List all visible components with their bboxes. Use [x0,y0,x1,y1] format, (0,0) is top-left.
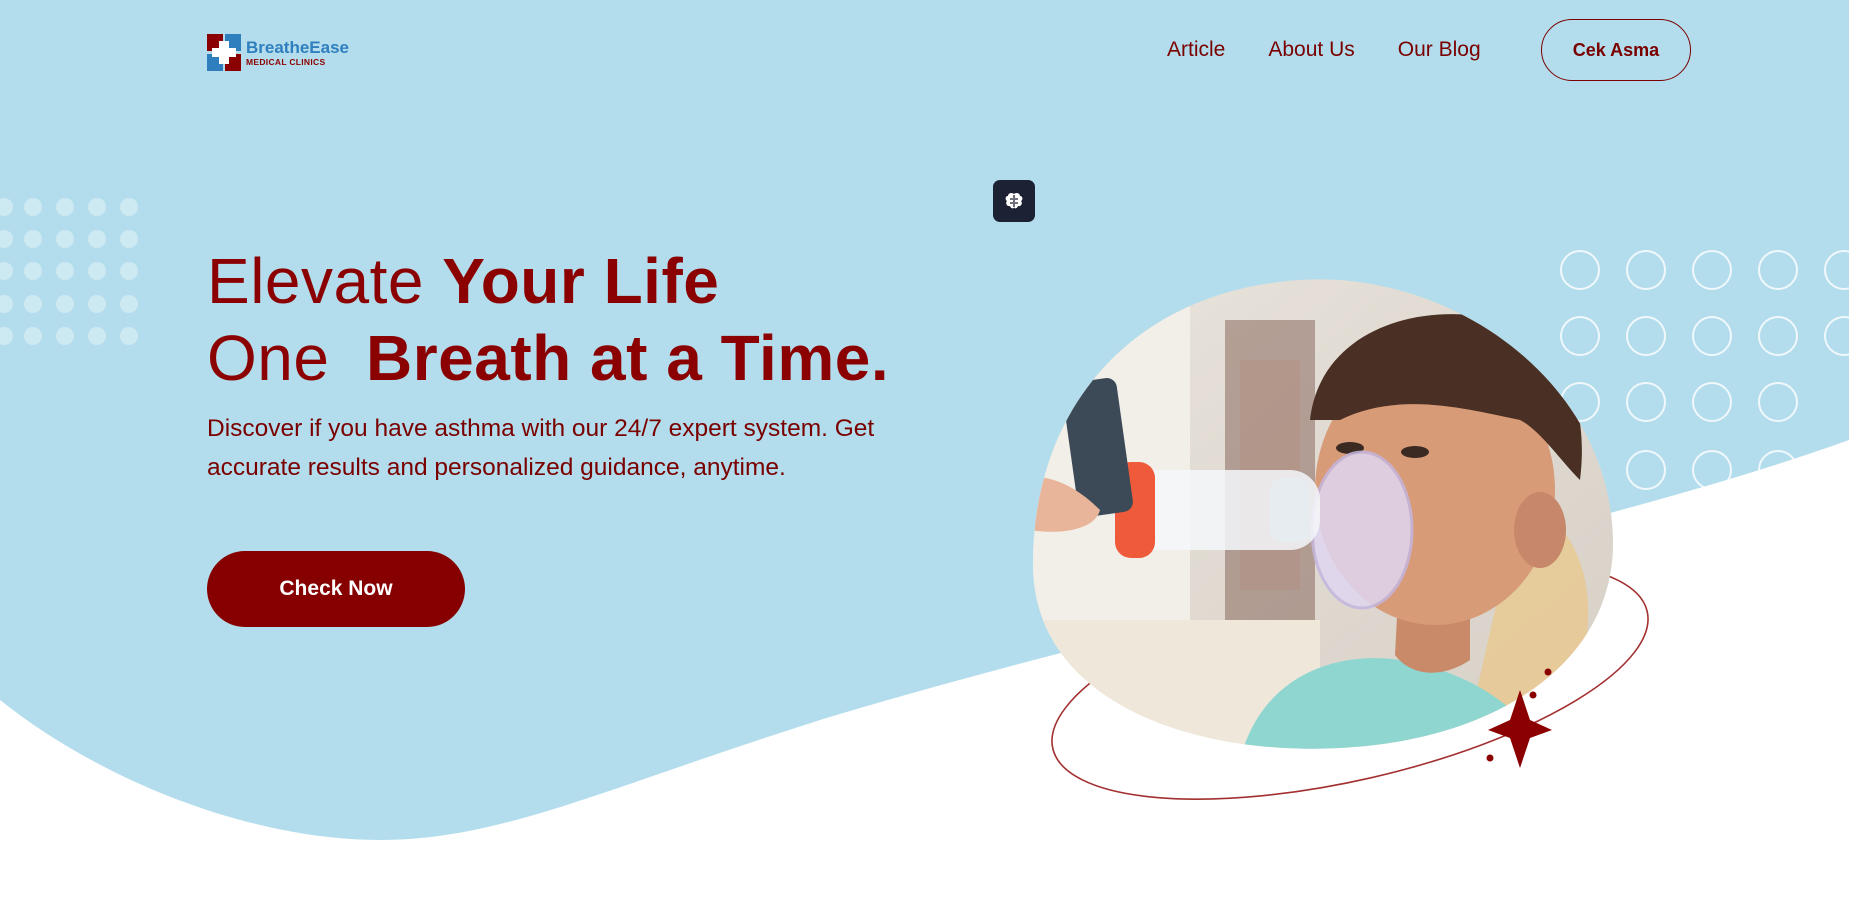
medical-cross-logo-icon [207,34,241,71]
headline-line2-light: One [207,322,367,394]
brain-icon [1005,192,1023,209]
top-navigation: BreatheEase MEDICAL CLINICS Article Abou… [0,0,1849,100]
headline-line2-bold: Breath at a Time. [366,322,890,394]
nav-link-about-us[interactable]: About Us [1268,38,1354,62]
nav-menu: Article About Us Our Blog [1167,38,1481,62]
headline-line1-light: Elevate [207,245,443,317]
brand-name: BreatheEase [246,37,350,57]
nav-link-article[interactable]: Article [1167,38,1225,62]
check-now-button[interactable]: Check Now [207,551,465,627]
nav-link-our-blog[interactable]: Our Blog [1398,38,1481,62]
brand-subtitle: MEDICAL CLINICS [246,56,326,67]
cek-asma-button[interactable]: Cek Asma [1541,19,1691,81]
hero-headline: Elevate Your Life One Breath at a Time. [207,243,889,397]
headline-line1-bold: Your Life [442,245,720,317]
brain-widget-button[interactable] [993,180,1035,222]
brand-logo[interactable]: BreatheEase MEDICAL CLINICS [207,34,349,71]
hero-description: Discover if you have asthma with our 24/… [207,415,875,481]
